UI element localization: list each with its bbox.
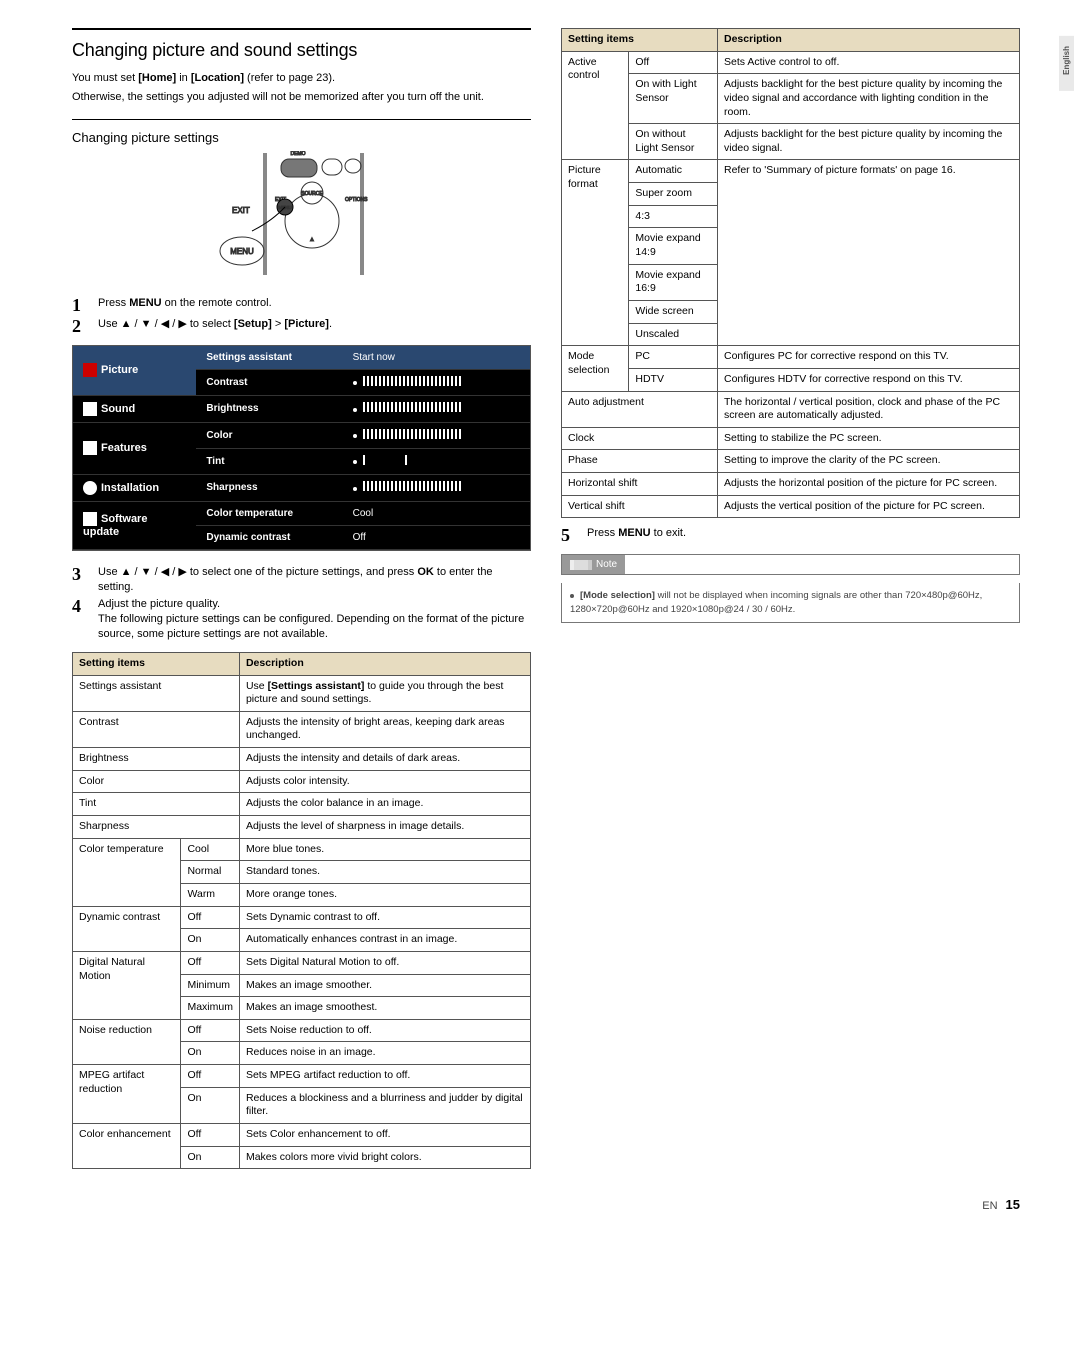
step-2: 2 Use ▲ / ▼ / ◀ / ▶ to select [Setup] > …	[72, 317, 531, 335]
step-3: 3 Use ▲ / ▼ / ◀ / ▶ to select one of the…	[72, 565, 531, 595]
picture-icon	[83, 363, 97, 377]
step-1: 1 Press MENU on the remote control.	[72, 296, 531, 314]
osd-menu-screenshot: Picture Settings assistant Start now Con…	[72, 345, 531, 551]
page-title: Changing picture and sound settings	[72, 40, 531, 61]
settings-table-left: Setting itemsDescription Settings assist…	[72, 652, 531, 1169]
svg-text:SOURCE: SOURCE	[301, 191, 323, 197]
installation-icon	[83, 481, 97, 495]
svg-text:OPTIONS: OPTIONS	[345, 197, 368, 203]
page-footer: EN15	[0, 1197, 1080, 1228]
svg-text:▲: ▲	[309, 237, 315, 243]
language-tab: English	[1059, 36, 1074, 91]
step-4: 4 Adjust the picture quality. The follow…	[72, 597, 531, 642]
settings-table-right: Setting itemsDescription Active controlO…	[561, 28, 1020, 518]
note-icon	[570, 560, 592, 570]
step-5: 5 Press MENU to exit.	[561, 526, 1020, 544]
intro-loc: You must set [Home] in [Location] (refer…	[72, 71, 531, 86]
update-icon	[83, 512, 97, 526]
sound-icon	[83, 402, 97, 416]
svg-text:DEMO: DEMO	[290, 151, 305, 157]
note-box: Note	[561, 554, 1020, 575]
intro-warn: Otherwise, the settings you adjusted wil…	[72, 90, 531, 105]
svg-text:MENU: MENU	[230, 247, 254, 256]
remote-illustration: DEMO SOURCE OPTIONS EXIT MENU EXIT MENU …	[72, 151, 531, 284]
features-icon	[83, 441, 97, 455]
section-heading: Changing picture settings	[72, 130, 531, 145]
svg-text:EXIT: EXIT	[232, 206, 250, 215]
